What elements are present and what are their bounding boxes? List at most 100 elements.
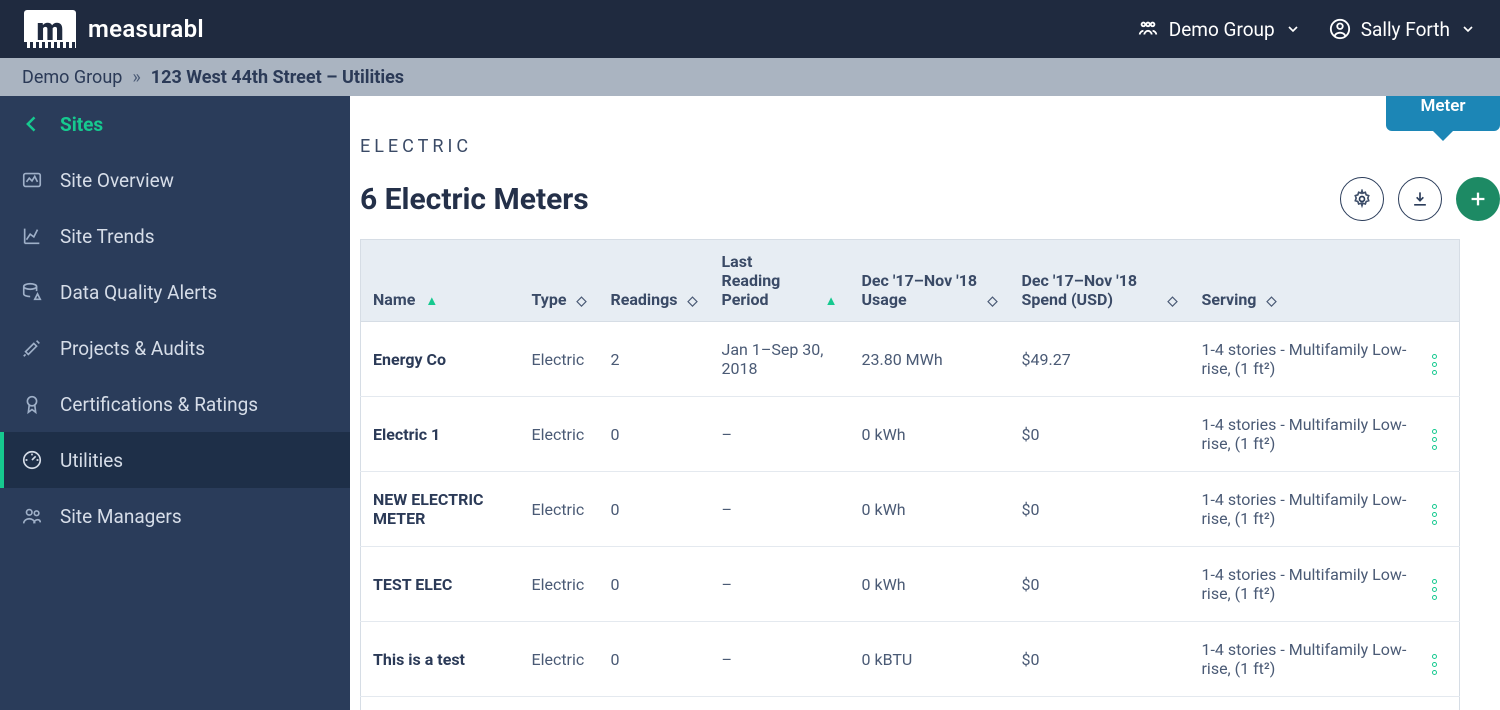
table-header-row: Name ▲ Type ◇ Readings◇ Last Reading Perio…	[361, 240, 1460, 322]
col-readings[interactable]: Readings◇	[598, 240, 709, 322]
table-row[interactable]: This is the Electric MeterElectric0–0 kW…	[361, 697, 1460, 710]
meters-table: Name ▲ Type ◇ Readings◇ Last Reading Perio…	[360, 239, 1460, 710]
cell-type: Electric	[519, 547, 598, 622]
cell-period: –	[710, 472, 850, 547]
settings-button[interactable]	[1340, 177, 1384, 221]
cell-usage: 23.80 MWh	[850, 322, 1010, 397]
sort-asc-icon: ▲	[825, 293, 838, 309]
row-menu-button[interactable]	[1432, 579, 1437, 600]
cell-spend: $0	[1010, 622, 1190, 697]
cell-name: TEST ELEC	[361, 547, 520, 622]
sidebar-item-label: Certifications & Ratings	[60, 393, 258, 416]
cell-serving: 1-4 stories - Multifamily Low-rise, (1 f…	[1190, 397, 1420, 472]
download-icon	[1410, 189, 1430, 209]
section-label: ELECTRIC	[360, 136, 1500, 157]
sidebar-item-label: Utilities	[60, 449, 123, 472]
cell-period: –	[710, 622, 850, 697]
breadcrumb-root[interactable]: Demo Group	[22, 67, 122, 88]
user-name: Sally Forth	[1361, 18, 1450, 41]
row-menu-button[interactable]	[1432, 429, 1437, 450]
cell-serving: 1-4 stories - Multifamily Low-rise, (1 f…	[1190, 472, 1420, 547]
cell-actions	[1420, 472, 1460, 547]
sidebar-item-site-managers[interactable]: Site Managers	[0, 488, 350, 544]
cell-spend: $49.27	[1010, 322, 1190, 397]
sidebar-item-label: Site Trends	[60, 225, 155, 248]
gauge-icon	[20, 448, 44, 472]
cell-serving: 1-4 stories - Multifamily Low-rise, (1 f…	[1190, 547, 1420, 622]
col-spend[interactable]: Dec '17–Nov '18 Spend (USD) ◇	[1010, 240, 1190, 322]
col-spend-label: Dec '17–Nov '18 Spend (USD)	[1022, 271, 1158, 309]
sort-icon: ◇	[1168, 294, 1178, 309]
cell-actions	[1420, 547, 1460, 622]
tools-icon	[20, 336, 44, 360]
table-row[interactable]: Electric 1Electric0–0 kWh$01-4 stories -…	[361, 397, 1460, 472]
user-menu[interactable]: Sally Forth	[1329, 18, 1476, 41]
section-title: 6 Electric Meters	[360, 182, 589, 217]
sort-asc-icon: ▲	[425, 293, 438, 309]
group-switcher[interactable]: Demo Group	[1137, 18, 1301, 41]
sort-icon: ◇	[988, 294, 998, 309]
col-name[interactable]: Name ▲	[361, 240, 520, 322]
col-usage-label: Dec '17–Nov '18 Usage	[862, 271, 978, 309]
col-actions	[1420, 240, 1460, 322]
cell-name: NEW ELECTRIC METER	[361, 472, 520, 547]
cell-name: This is a test	[361, 622, 520, 697]
cell-usage: 0 kWh	[850, 547, 1010, 622]
overview-icon	[20, 168, 44, 192]
sort-icon: ◇	[576, 294, 586, 309]
group-icon	[1137, 18, 1159, 40]
sidebar-item-label: Data Quality Alerts	[60, 281, 217, 304]
sidebar-item-site-trends[interactable]: Site Trends	[0, 208, 350, 264]
cell-usage: 0 kWh	[850, 697, 1010, 710]
cell-period: –	[710, 547, 850, 622]
plus-icon	[1467, 188, 1489, 210]
sidebar-item-utilities[interactable]: Utilities	[0, 432, 350, 488]
brand-block[interactable]: m measurabl	[24, 10, 204, 48]
sidebar-item-projects-audits[interactable]: Projects & Audits	[0, 320, 350, 376]
cell-serving: 1-4 stories - Multifamily Low-rise, (1 f…	[1190, 322, 1420, 397]
cell-type: Electric	[519, 397, 598, 472]
award-icon	[20, 392, 44, 416]
sidebar-item-site-overview[interactable]: Site Overview	[0, 152, 350, 208]
col-usage[interactable]: Dec '17–Nov '18 Usage ◇	[850, 240, 1010, 322]
table-row[interactable]: Energy CoElectric2Jan 1–Sep 30, 201823.8…	[361, 322, 1460, 397]
cell-spend: $0	[1010, 397, 1190, 472]
download-button[interactable]	[1398, 177, 1442, 221]
users-icon	[20, 504, 44, 528]
sidebar-back[interactable]: Sites	[0, 96, 350, 152]
sidebar-item-certifications-ratings[interactable]: Certifications & Ratings	[0, 376, 350, 432]
breadcrumb-separator-icon: »	[132, 67, 140, 88]
table-row[interactable]: NEW ELECTRIC METERElectric0–0 kWh$01-4 s…	[361, 472, 1460, 547]
cell-readings: 0	[598, 697, 709, 710]
chevron-down-icon	[1285, 21, 1301, 37]
table-row[interactable]: This is a testElectric0–0 kBTU$01-4 stor…	[361, 622, 1460, 697]
sort-icon: ◇	[688, 294, 698, 309]
breadcrumb-current: 123 West 44th Street – Utilities	[151, 67, 404, 88]
col-serving[interactable]: Serving◇	[1190, 240, 1420, 322]
cell-name: Energy Co	[361, 322, 520, 397]
sidebar-back-label: Sites	[60, 113, 103, 136]
section-header: 6 Electric Meters Add Electric Meter	[360, 177, 1500, 221]
cell-period: –	[710, 397, 850, 472]
col-type-label: Type	[531, 290, 566, 309]
cell-actions	[1420, 397, 1460, 472]
cell-readings: 0	[598, 397, 709, 472]
table-row[interactable]: TEST ELECElectric0–0 kWh$01-4 stories - …	[361, 547, 1460, 622]
cell-serving: 1-4 stories - Multifamily Low-rise, (1 f…	[1190, 697, 1420, 710]
col-name-label: Name	[373, 290, 415, 309]
sidebar: Sites Site Overview Site Trends Data Qua…	[0, 96, 350, 710]
cell-actions	[1420, 622, 1460, 697]
col-type[interactable]: Type ◇	[519, 240, 598, 322]
add-meter-button[interactable]	[1456, 177, 1500, 221]
brand-logo-icon: m	[24, 10, 76, 48]
row-menu-button[interactable]	[1432, 504, 1437, 525]
main-content: ELECTRIC 6 Electric Meters Add Electric …	[350, 96, 1500, 710]
sidebar-item-data-quality-alerts[interactable]: Data Quality Alerts	[0, 264, 350, 320]
brand-name: measurabl	[88, 15, 204, 43]
row-menu-button[interactable]	[1432, 654, 1437, 675]
cell-readings: 0	[598, 622, 709, 697]
row-menu-button[interactable]	[1432, 354, 1437, 375]
cell-readings: 0	[598, 472, 709, 547]
chevron-down-icon	[1460, 21, 1476, 37]
col-last-reading[interactable]: Last Reading Period▲	[710, 240, 850, 322]
